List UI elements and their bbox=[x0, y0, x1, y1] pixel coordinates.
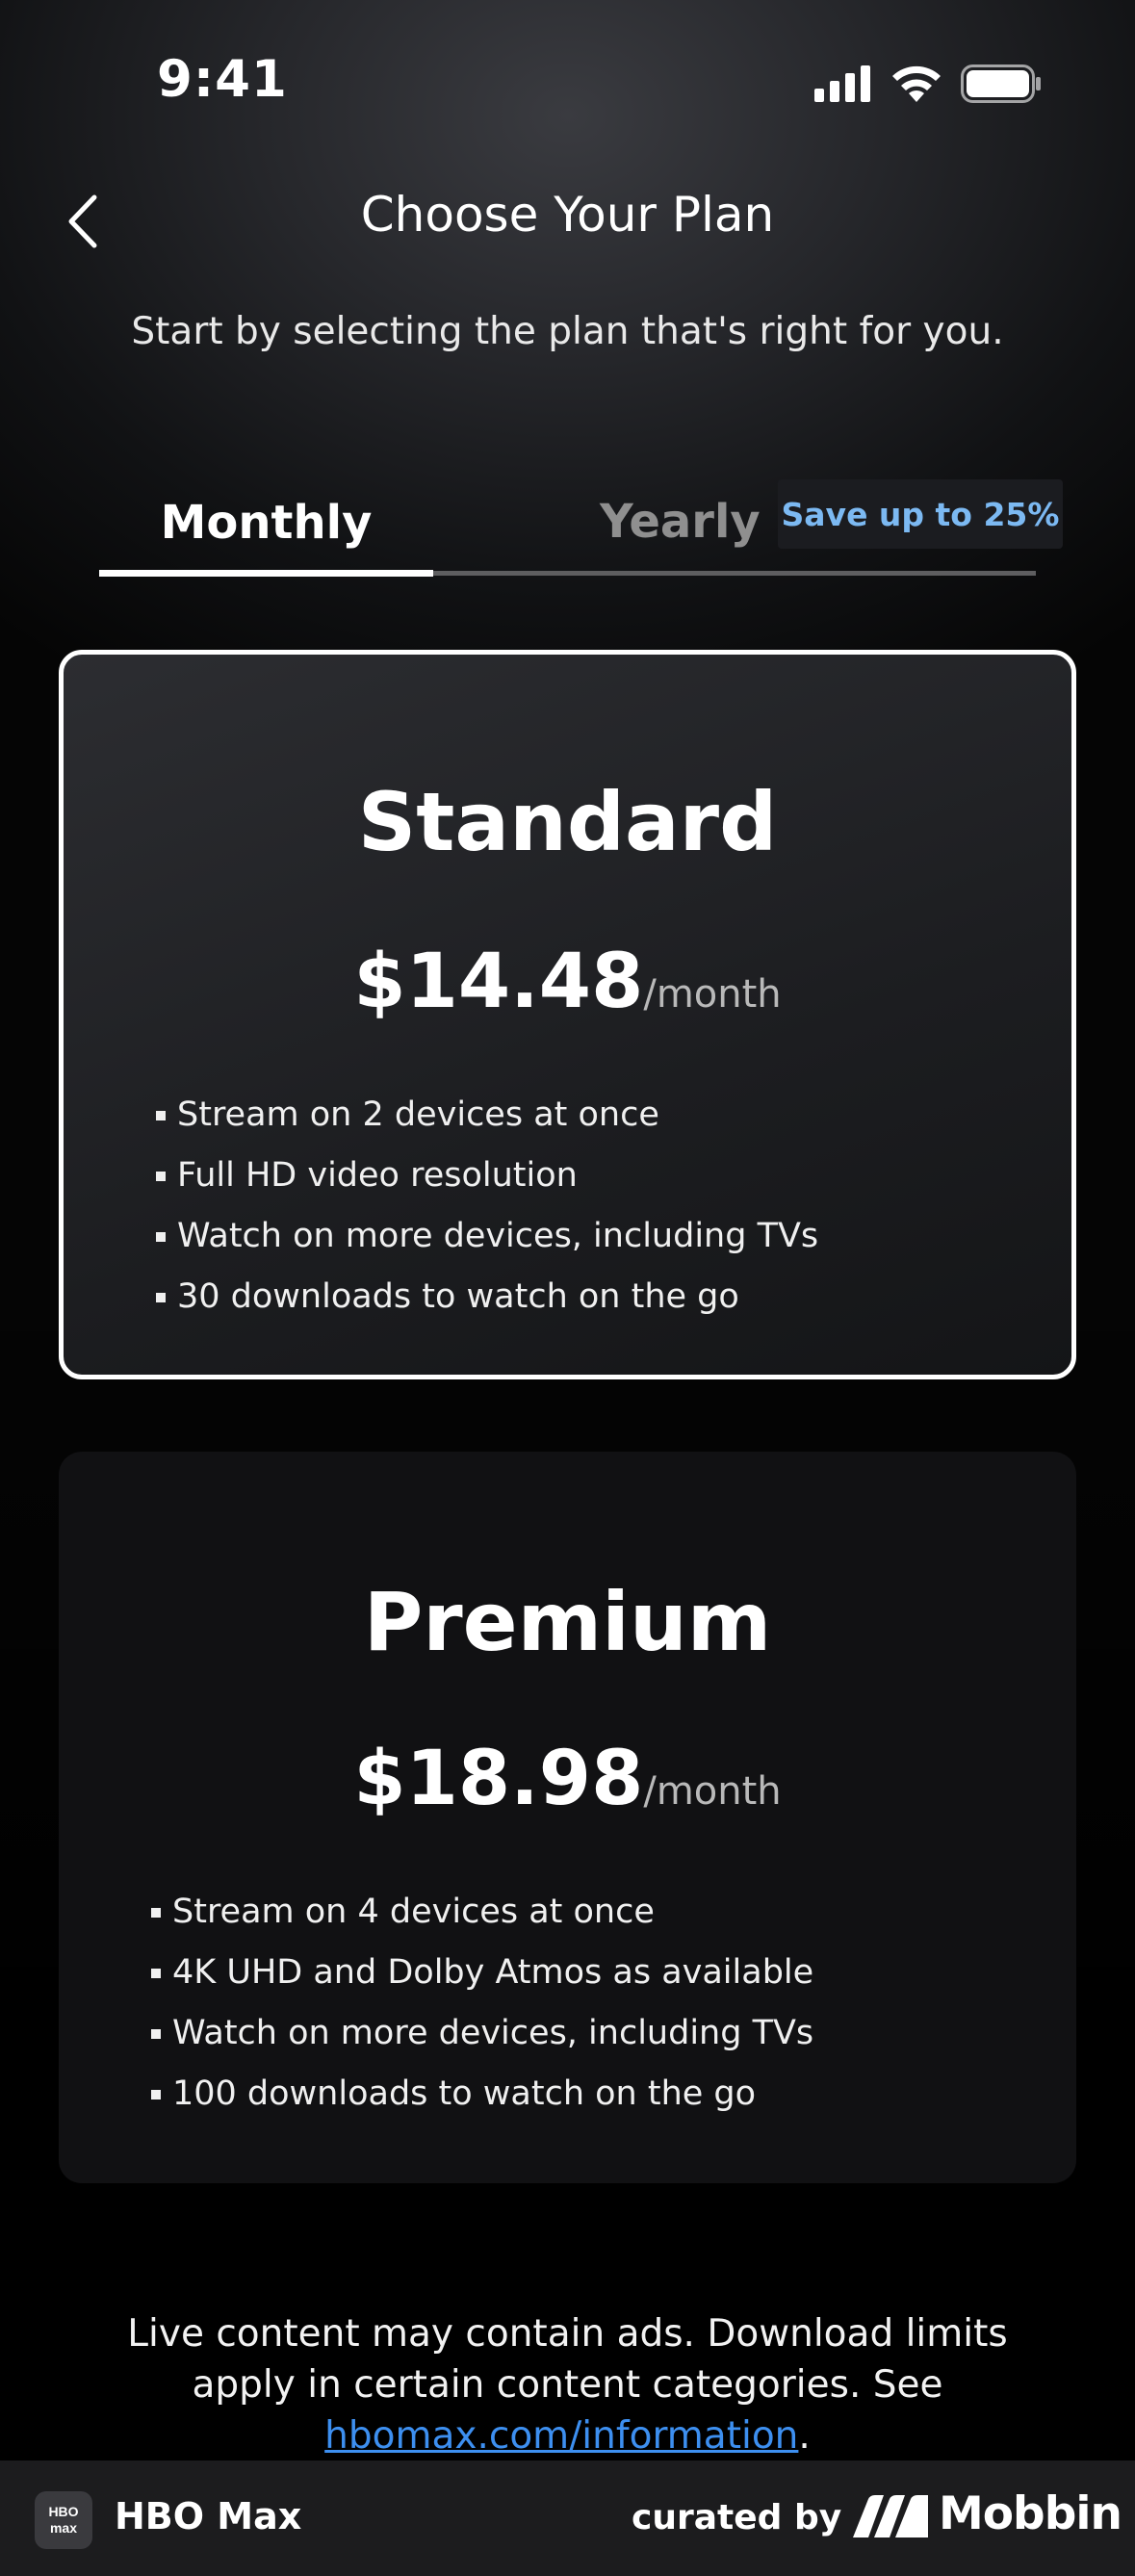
plan-features: Stream on 4 devices at once 4K UHD and D… bbox=[151, 1882, 813, 2125]
feature-item: Watch on more devices, including TVs bbox=[151, 2003, 813, 2064]
mobbin-logo-icon bbox=[853, 2495, 928, 2537]
plan-price-row: $14.48/month bbox=[64, 939, 1071, 1025]
bullet-icon bbox=[151, 1969, 161, 1978]
status-time: 9:41 bbox=[157, 50, 288, 109]
plan-selection-screen: 9:41 Choose Your Plan Start by selecting… bbox=[0, 0, 1135, 2576]
tab-active-indicator bbox=[99, 570, 433, 577]
disclaimer-text: Live content may contain ads. Download l… bbox=[87, 2308, 1048, 2461]
bullet-icon bbox=[156, 1293, 166, 1302]
header: Choose Your Plan bbox=[0, 164, 1135, 279]
bullet-icon bbox=[156, 1232, 166, 1242]
feature-text: 100 downloads to watch on the go bbox=[172, 2074, 757, 2113]
plan-period: /month bbox=[643, 972, 782, 1017]
plan-card-premium[interactable]: Premium $18.98/month Stream on 4 devices… bbox=[59, 1452, 1076, 2183]
plan-card-standard[interactable]: Standard $14.48/month Stream on 2 device… bbox=[59, 650, 1076, 1379]
save-badge: Save up to 25% bbox=[778, 479, 1063, 549]
wifi-icon bbox=[892, 65, 941, 102]
feature-text: Watch on more devices, including TVs bbox=[172, 2014, 814, 2052]
bullet-icon bbox=[151, 2029, 161, 2039]
bullet-icon bbox=[151, 2090, 161, 2099]
plan-price-row: $18.98/month bbox=[59, 1736, 1076, 1822]
feature-text: Stream on 2 devices at once bbox=[177, 1095, 659, 1134]
feature-item: 4K UHD and Dolby Atmos as available bbox=[151, 1943, 813, 2003]
page-title: Choose Your Plan bbox=[360, 187, 775, 243]
feature-text: 4K UHD and Dolby Atmos as available bbox=[172, 1953, 814, 1992]
plan-features: Stream on 2 devices at once Full HD vide… bbox=[156, 1085, 818, 1327]
feature-item: 30 downloads to watch on the go bbox=[156, 1267, 818, 1327]
feature-item: Stream on 4 devices at once bbox=[151, 1882, 813, 1943]
feature-text: Full HD video resolution bbox=[177, 1156, 578, 1195]
tab-monthly[interactable]: Monthly bbox=[99, 472, 433, 574]
page-subtitle: Start by selecting the plan that's right… bbox=[131, 310, 1004, 353]
status-bar: 9:41 bbox=[0, 0, 1135, 164]
bullet-icon bbox=[156, 1172, 166, 1181]
hbo-max-logo-icon: HBO max bbox=[35, 2491, 92, 2549]
feature-text: 30 downloads to watch on the go bbox=[177, 1277, 739, 1316]
app-name: HBO Max bbox=[115, 2495, 302, 2537]
mobbin-brand: Mobbin bbox=[939, 2487, 1122, 2540]
tab-yearly[interactable]: Yearly Save up to 25% bbox=[433, 472, 1063, 574]
signal-icon bbox=[814, 65, 870, 102]
billing-period-tabs: Monthly Yearly Save up to 25% bbox=[99, 472, 1063, 578]
feature-item: 100 downloads to watch on the go bbox=[151, 2064, 813, 2125]
tab-yearly-label: Yearly bbox=[600, 495, 761, 549]
disclaimer-suffix: . bbox=[798, 2414, 811, 2458]
feature-item: Watch on more devices, including TVs bbox=[156, 1206, 818, 1267]
feature-text: Stream on 4 devices at once bbox=[172, 1893, 655, 1931]
bullet-icon bbox=[151, 1908, 161, 1918]
plan-price: $14.48 bbox=[353, 939, 644, 1025]
bullet-icon bbox=[156, 1111, 166, 1121]
svg-text:max: max bbox=[50, 2520, 77, 2536]
feature-item: Full HD video resolution bbox=[156, 1146, 818, 1206]
curated-by-label: curated by bbox=[632, 2498, 842, 2537]
plan-price: $18.98 bbox=[353, 1736, 644, 1822]
svg-text:HBO: HBO bbox=[48, 2504, 78, 2519]
plan-name: Standard bbox=[357, 775, 778, 869]
feature-item: Stream on 2 devices at once bbox=[156, 1085, 818, 1146]
plan-period: /month bbox=[643, 1769, 782, 1814]
feature-text: Watch on more devices, including TVs bbox=[177, 1217, 819, 1255]
plan-name: Premium bbox=[363, 1575, 772, 1669]
information-link[interactable]: hbomax.com/information bbox=[324, 2414, 798, 2458]
disclaimer-body: Live content may contain ads. Download l… bbox=[127, 2312, 1008, 2407]
battery-icon bbox=[961, 64, 1041, 103]
footer-bar: HBO max HBO Max curated by Mobbin bbox=[0, 2460, 1135, 2576]
